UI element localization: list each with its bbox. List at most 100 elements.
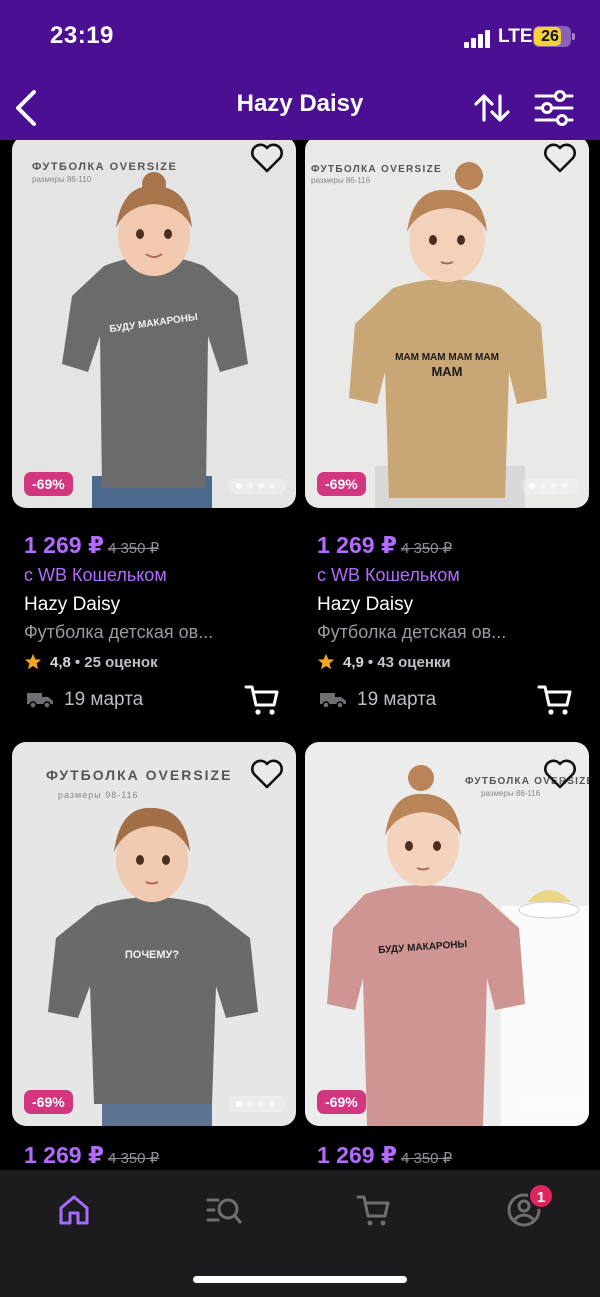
photo-pager xyxy=(521,1096,579,1112)
delivery-row: 19 марта xyxy=(317,683,597,717)
signal-icon xyxy=(464,30,492,48)
wallet-note: с WB Кошельком xyxy=(24,565,167,585)
product-photo[interactable]: ФУТБОЛКА OVERSIZE размеры 86-116 БУДУ МА… xyxy=(305,742,589,1126)
rating-value: 4,9 xyxy=(343,653,364,671)
delivery-date: 19 марта xyxy=(357,689,437,710)
price: 1 269 ₽4 350 ₽ xyxy=(24,532,304,559)
old-price: 4 350 ₽ xyxy=(107,540,160,557)
product-card[interactable]: ФУТБОЛКА OVERSIZE размеры 86-110 БУДУ МА… xyxy=(12,140,296,720)
network-type: LTE xyxy=(498,26,533,47)
heart-icon xyxy=(544,759,576,789)
price: 1 269 ₽4 350 ₽ xyxy=(317,532,597,559)
product-card[interactable]: ФУТБОЛКА OVERSIZE размеры 86-116 МАМ МАМ… xyxy=(305,140,589,720)
discount-badge: -69% xyxy=(24,1090,73,1114)
favorite-button[interactable] xyxy=(248,756,286,792)
old-price: 4 350 ₽ xyxy=(400,540,453,557)
home-indicator xyxy=(193,1276,407,1283)
wallet-note: с WB Кошельком xyxy=(317,565,460,585)
status-bar: 23:19 LTE 26 xyxy=(0,0,600,80)
product-info: 1 269 ₽4 350 ₽ xyxy=(317,1142,597,1169)
delivery-date: 19 марта xyxy=(64,689,144,710)
top-bar: 23:19 LTE 26 Hazy Daisy xyxy=(0,0,600,140)
shirt-print: ПОЧЕМУ? xyxy=(125,949,180,961)
product-photo[interactable]: ФУТБОЛКА OVERSIZE размеры 86-110 БУДУ МА… xyxy=(12,140,296,508)
cart-icon xyxy=(537,685,572,715)
tab-home[interactable] xyxy=(56,1192,96,1232)
cart-icon xyxy=(356,1195,390,1226)
notification-badge: 1 xyxy=(528,1183,554,1209)
photo-caption: ФУТБОЛКА OVERSIZE xyxy=(311,164,442,175)
rating: 4,9 • 43 оценки xyxy=(317,653,597,671)
shirt-print-line2: МАМ xyxy=(431,364,462,379)
discount-badge: -69% xyxy=(317,472,366,496)
status-time: 23:19 xyxy=(50,22,114,49)
favorite-button[interactable] xyxy=(541,756,579,792)
delivery-row: 19 марта xyxy=(24,683,304,717)
product-image: ФУТБОЛКА OVERSIZE размеры 86-110 БУДУ МА… xyxy=(32,161,248,508)
filter-button[interactable] xyxy=(532,86,576,130)
discount-badge: -69% xyxy=(317,1090,366,1114)
photo-pager xyxy=(228,1096,286,1112)
current-price: 1 269 ₽ xyxy=(317,1142,397,1168)
tab-catalog[interactable] xyxy=(206,1192,246,1232)
discount-badge: -69% xyxy=(24,472,73,496)
heart-icon xyxy=(251,143,283,173)
old-price: 4 350 ₽ xyxy=(107,1150,160,1167)
favorite-button[interactable] xyxy=(541,140,579,176)
add-to-cart-button[interactable] xyxy=(244,683,280,717)
brand-name: Hazy Daisy xyxy=(24,594,121,615)
home-icon xyxy=(59,1195,89,1225)
photo-caption: ФУТБОЛКА OVERSIZE xyxy=(46,767,232,783)
price: 1 269 ₽4 350 ₽ xyxy=(317,1142,597,1169)
catalog-search-icon xyxy=(206,1198,242,1224)
product-info: 1 269 ₽4 350 ₽ xyxy=(24,1142,304,1169)
rating-value: 4,8 xyxy=(50,653,71,671)
current-price: 1 269 ₽ xyxy=(24,1142,104,1168)
product-info: 1 269 ₽4 350 ₽ с WB Кошельком Hazy Daisy… xyxy=(317,532,597,717)
photo-sizes: размеры 98-116 xyxy=(58,790,139,800)
battery-icon: 26 xyxy=(533,26,575,47)
chevron-left-icon xyxy=(16,90,36,126)
sort-arrows-icon xyxy=(474,94,510,122)
sort-button[interactable] xyxy=(470,86,514,130)
favorite-button[interactable] xyxy=(248,140,286,176)
page-title: Hazy Daisy xyxy=(236,90,364,117)
product-info: 1 269 ₽4 350 ₽ с WB Кошельком Hazy Daisy… xyxy=(24,532,304,717)
product-card[interactable]: ФУТБОЛКА OVERSIZE размеры 86-116 БУДУ МА… xyxy=(305,742,589,1170)
photo-sizes: размеры 86-116 xyxy=(311,176,371,185)
tab-cart[interactable] xyxy=(356,1192,396,1232)
product-image: ФУТБОЛКА OVERSIZE размеры 86-116 МАМ МАМ… xyxy=(311,162,547,508)
nav-bar: Hazy Daisy xyxy=(0,80,600,140)
heart-icon xyxy=(544,143,576,173)
product-title: Футболка детская ов... xyxy=(24,622,214,642)
old-price: 4 350 ₽ xyxy=(400,1150,453,1167)
photo-pager xyxy=(228,478,286,494)
current-price: 1 269 ₽ xyxy=(24,532,104,558)
truck-icon xyxy=(320,693,346,709)
sliders-icon xyxy=(534,90,574,126)
product-photo[interactable]: ФУТБОЛКА OVERSIZE размеры 98-116 ПОЧЕМУ?… xyxy=(12,742,296,1126)
reviews-count: 43 оценки xyxy=(377,653,451,671)
photo-pager xyxy=(521,478,579,494)
product-title: Футболка детская ов... xyxy=(317,622,507,642)
reviews-count: 25 оценок xyxy=(84,653,158,671)
rating: 4,8 • 25 оценок xyxy=(24,653,304,671)
price: 1 269 ₽4 350 ₽ xyxy=(24,1142,304,1169)
product-image: ФУТБОЛКА OVERSIZE размеры 98-116 ПОЧЕМУ? xyxy=(46,767,258,1126)
product-card[interactable]: ФУТБОЛКА OVERSIZE размеры 98-116 ПОЧЕМУ?… xyxy=(12,742,296,1170)
product-photo[interactable]: ФУТБОЛКА OVERSIZE размеры 86-116 МАМ МАМ… xyxy=(305,140,589,508)
shirt-print: МАМ МАМ МАМ МАМ xyxy=(395,352,499,363)
add-to-cart-button[interactable] xyxy=(537,683,573,717)
star-icon xyxy=(317,653,335,670)
product-grid: ФУТБОЛКА OVERSIZE размеры 86-110 БУДУ МА… xyxy=(0,140,600,1170)
photo-caption: ФУТБОЛКА OVERSIZE xyxy=(32,161,177,173)
heart-icon xyxy=(251,759,283,789)
photo-sizes: размеры 86-116 xyxy=(481,789,541,798)
photo-sizes: размеры 86-110 xyxy=(32,175,92,184)
battery-level: 26 xyxy=(541,28,559,45)
current-price: 1 269 ₽ xyxy=(317,532,397,558)
back-button[interactable] xyxy=(8,84,48,132)
product-image: ФУТБОЛКА OVERSIZE размеры 86-116 БУДУ МА… xyxy=(327,765,589,1126)
truck-icon xyxy=(27,693,53,709)
star-icon xyxy=(24,653,42,670)
